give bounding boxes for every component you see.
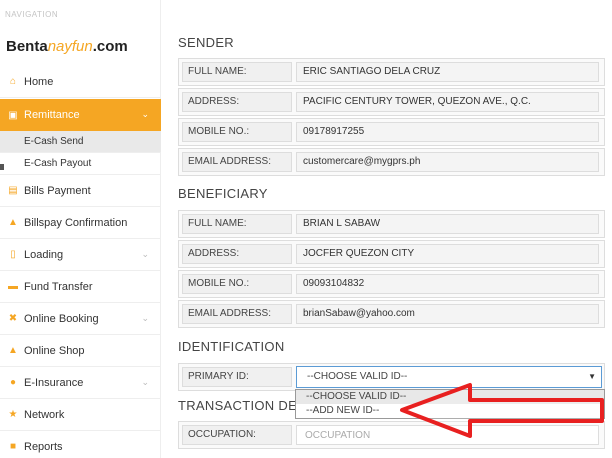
beneficiary-title: BENEFICIARY (178, 186, 268, 201)
sidebar-item-label: Billspay Confirmation (24, 216, 128, 229)
primary-id-row: PRIMARY ID: --CHOOSE VALID ID-- ▼ (178, 363, 605, 391)
sidebar-item-label: Online Booking (24, 312, 99, 325)
transaction-title: TRANSACTION DET (178, 398, 306, 413)
field-label: MOBILE NO.: (182, 122, 292, 142)
sidebar-item-label: Online Shop (24, 344, 85, 357)
sender-full-name-field[interactable]: ERIC SANTIAGO DELA CRUZ (296, 62, 599, 82)
chevron-down-icon: ⌄ (141, 313, 149, 323)
beneficiary-address-row: ADDRESS: JOCFER QUEZON CITY (178, 240, 605, 268)
sidebar-item-label: Reports (24, 440, 63, 453)
field-label: FULL NAME: (182, 62, 292, 82)
dropdown-caret-icon: ▼ (588, 372, 596, 381)
sidebar-item-label: Remittance (24, 109, 80, 121)
bills-icon: ▤ (8, 185, 18, 196)
sidebar-item-label: E-Insurance (24, 376, 84, 389)
sidebar-item-remittance[interactable]: ▣ Remittance ⌄ (0, 99, 161, 131)
field-label: MOBILE NO.: (182, 274, 292, 294)
nav-caption: NAVIGATION (5, 10, 59, 19)
sidebar-subitem-ecash-payout[interactable]: E-Cash Payout (0, 153, 161, 175)
beneficiary-full-name-row: FULL NAME: BRIAN L SABAW (178, 210, 605, 238)
sender-address-field[interactable]: PACIFIC CENTURY TOWER, QUEZON AVE., Q.C. (296, 92, 599, 112)
logo[interactable]: Bentanayfun.com (6, 38, 128, 55)
primary-id-selected: --CHOOSE VALID ID-- (307, 371, 408, 382)
logo-tail: .com (92, 38, 128, 55)
field-label: ADDRESS: (182, 244, 292, 264)
sidebar-item-label: Network (24, 408, 65, 421)
beneficiary-email-field[interactable]: brianSabaw@yahoo.com (296, 304, 599, 324)
sidebar-item-label: Loading (24, 248, 64, 261)
sidebar-item-fund-transfer[interactable]: ▬ Fund Transfer (0, 271, 161, 303)
sidebar-item-e-insurance[interactable]: ● E-Insurance ⌄ (0, 367, 161, 399)
field-label: EMAIL ADDRESS: (182, 304, 292, 324)
sidebar-item-billspay-confirmation[interactable]: ▲ Billspay Confirmation (0, 207, 161, 239)
user-icon: ● (9, 377, 17, 388)
remittance-icon: ▣ (8, 109, 18, 121)
sidebar: NAVIGATION Bentanayfun.com ⌂ Home ▣ Remi… (0, 0, 161, 458)
logo-accent: nayfun (47, 38, 93, 55)
sidebar-item-label: Fund Transfer (24, 280, 93, 293)
sender-mobile-field[interactable]: 09178917255 (296, 122, 599, 142)
thumbs-up-icon: ▲ (8, 217, 18, 228)
home-icon: ⌂ (9, 76, 17, 87)
sidebar-item-home[interactable]: ⌂ Home (0, 66, 161, 98)
beneficiary-address-field[interactable]: JOCFER QUEZON CITY (296, 244, 599, 264)
sidebar-item-bills-payment[interactable]: ▤ Bills Payment (0, 175, 161, 207)
sidebar-subitem-ecash-send[interactable]: E-Cash Send (0, 131, 161, 153)
occupation-row: OCCUPATION: (178, 421, 605, 449)
credit-card-icon: ▬ (8, 281, 18, 292)
sender-email-field[interactable]: customercare@mygprs.ph (296, 152, 599, 172)
sender-email-row: EMAIL ADDRESS: customercare@mygprs.ph (178, 148, 605, 176)
beneficiary-full-name-field[interactable]: BRIAN L SABAW (296, 214, 599, 234)
logo-main: Benta (6, 38, 48, 55)
field-label: OCCUPATION: (182, 425, 292, 445)
sender-full-name-row: FULL NAME: ERIC SANTIAGO DELA CRUZ (178, 58, 605, 86)
sidebar-subitem-label: E-Cash Send (24, 136, 84, 147)
primary-id-select[interactable]: --CHOOSE VALID ID-- ▼ (296, 366, 602, 388)
sender-address-row: ADDRESS: PACIFIC CENTURY TOWER, QUEZON A… (178, 88, 605, 116)
mobile-icon: ▯ (10, 249, 16, 260)
cart-icon: ▲ (8, 345, 18, 356)
sidebar-item-label: Bills Payment (24, 184, 91, 197)
sidebar-item-network[interactable]: ★ Network (0, 399, 161, 431)
sidebar-item-label: Home (24, 75, 54, 88)
sidebar-item-loading[interactable]: ▯ Loading ⌄ (0, 239, 161, 271)
plane-icon: ✖ (8, 313, 18, 324)
sidebar-item-reports[interactable]: ■ Reports (0, 431, 161, 458)
field-label: ADDRESS: (182, 92, 292, 112)
scroll-marker (0, 164, 4, 170)
primary-id-dropdown[interactable]: --CHOOSE VALID ID-- --ADD NEW ID-- (295, 389, 605, 419)
dropdown-option[interactable]: --ADD NEW ID-- (296, 404, 604, 418)
occupation-input[interactable] (296, 425, 599, 445)
field-label: PRIMARY ID: (182, 367, 292, 387)
reports-icon: ■ (9, 441, 17, 452)
field-label: FULL NAME: (182, 214, 292, 234)
chevron-down-icon: ⌄ (141, 109, 149, 119)
sidebar-subitem-label: E-Cash Payout (24, 158, 92, 169)
network-icon: ★ (8, 409, 18, 420)
sender-title: SENDER (178, 35, 234, 50)
sidebar-item-online-shop[interactable]: ▲ Online Shop (0, 335, 161, 367)
sender-mobile-row: MOBILE NO.: 09178917255 (178, 118, 605, 146)
field-label: EMAIL ADDRESS: (182, 152, 292, 172)
beneficiary-mobile-row: MOBILE NO.: 09093104832 (178, 270, 605, 298)
beneficiary-email-row: EMAIL ADDRESS: brianSabaw@yahoo.com (178, 300, 605, 328)
identification-title: IDENTIFICATION (178, 339, 285, 354)
dropdown-option[interactable]: --CHOOSE VALID ID-- (296, 390, 604, 404)
chevron-down-icon: ⌄ (141, 377, 149, 387)
chevron-down-icon: ⌄ (141, 249, 149, 259)
sidebar-item-online-booking[interactable]: ✖ Online Booking ⌄ (0, 303, 161, 335)
beneficiary-mobile-field[interactable]: 09093104832 (296, 274, 599, 294)
